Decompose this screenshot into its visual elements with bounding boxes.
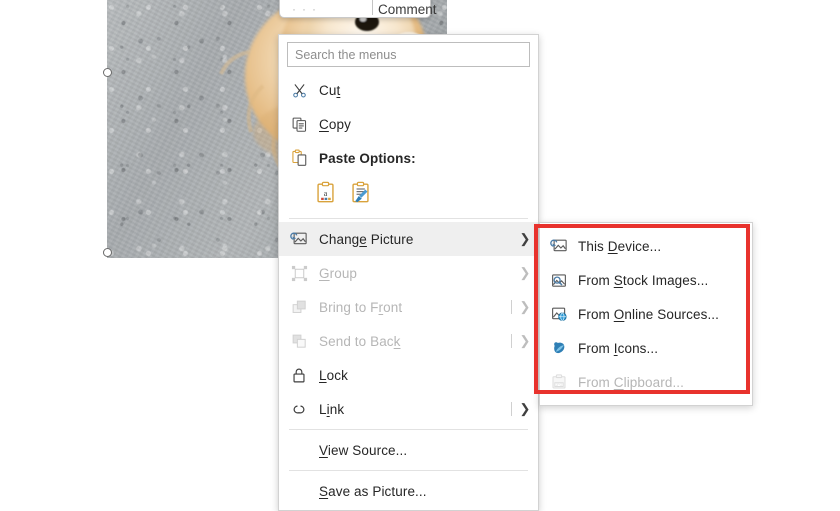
chevron-right-icon: ❯ — [519, 231, 531, 246]
search-the-menus-row[interactable] — [279, 35, 538, 73]
from-icons-icon — [540, 339, 578, 357]
send-to-back-icon — [279, 333, 319, 350]
menu-item-copy-label: Copy — [319, 116, 351, 132]
paste-formatting-icon[interactable] — [350, 181, 371, 209]
menu-item-save-as-picture[interactable]: Save as Picture... — [279, 474, 538, 508]
comment-toolbar-divider — [372, 0, 373, 15]
lock-icon — [279, 367, 319, 384]
menu-item-link[interactable]: Link ❯ — [279, 392, 538, 426]
svg-text:JPG: JPG — [556, 383, 563, 387]
stock-images-icon — [540, 272, 578, 289]
menu-item-splitter — [511, 402, 512, 416]
menu-item-link-label: Link — [319, 401, 345, 417]
change-picture-icon — [279, 231, 319, 248]
submenu-item-from-online-sources[interactable]: From Online Sources... — [540, 297, 752, 331]
menu-item-send-to-back[interactable]: Send to Back ❯ — [279, 324, 538, 358]
from-clipboard-icon: JPG — [540, 373, 578, 391]
submenu-item-from-icons[interactable]: From Icons... — [540, 331, 752, 365]
menu-divider-3 — [289, 470, 528, 471]
menu-item-bring-to-front[interactable]: Bring to Front ❯ — [279, 290, 538, 324]
context-menu[interactable]: Cut Copy Paste — [278, 34, 539, 511]
menu-item-group-label: Group — [319, 265, 358, 281]
menu-item-view-source-label: View Source... — [319, 442, 408, 458]
online-sources-icon — [540, 306, 578, 323]
menu-item-paste-options-label: Paste Options: — [319, 150, 416, 166]
menu-divider-1 — [289, 218, 528, 219]
menu-item-lock-label: Lock — [319, 367, 348, 383]
menu-item-group[interactable]: Group ❯ — [279, 256, 538, 290]
this-device-icon — [540, 238, 578, 255]
menu-item-lock[interactable]: Lock — [279, 358, 538, 392]
menu-item-splitter — [511, 300, 512, 314]
menu-item-paste-options: Paste Options: — [279, 141, 538, 175]
slide-canvas: ··· Comment Cut — [0, 0, 840, 511]
submenu-item-from-icons-label: From Icons... — [578, 340, 659, 356]
link-icon — [279, 401, 319, 418]
menu-item-view-source[interactable]: View Source... — [279, 433, 538, 467]
svg-text:a: a — [324, 189, 328, 198]
submenu-item-from-online-sources-label: From Online Sources... — [578, 306, 720, 322]
menu-divider-2 — [289, 429, 528, 430]
menu-item-splitter — [511, 334, 512, 348]
chevron-right-icon: ❯ — [519, 401, 531, 416]
menu-item-bring-to-front-label: Bring to Front — [319, 299, 403, 315]
chevron-right-icon: ❯ — [519, 265, 531, 280]
copy-icon — [279, 116, 319, 133]
bring-to-front-icon — [279, 299, 319, 316]
submenu-item-from-stock-images[interactable]: From Stock Images... — [540, 263, 752, 297]
selection-handle-left-bottom[interactable] — [102, 247, 112, 257]
comment-toolbar[interactable]: ··· Comment — [279, 0, 437, 18]
search-input[interactable] — [287, 42, 530, 67]
scissors-icon — [279, 82, 319, 99]
menu-item-save-as-picture-label: Save as Picture... — [319, 483, 427, 499]
submenu-item-this-device-label: This Device... — [578, 238, 662, 254]
paste-options-row[interactable]: a — [279, 175, 538, 215]
chevron-right-icon: ❯ — [519, 333, 531, 348]
group-icon — [279, 265, 319, 282]
clipboard-icon — [279, 149, 319, 167]
menu-item-change-picture-label: Change Picture — [319, 231, 414, 247]
menu-item-change-picture[interactable]: Change Picture ❯ — [279, 222, 538, 256]
submenu-item-from-clipboard[interactable]: JPG From Clipboard... — [540, 365, 752, 399]
menu-item-cut-label: Cut — [319, 82, 341, 98]
chevron-right-icon: ❯ — [519, 299, 531, 314]
menu-item-cut[interactable]: Cut — [279, 73, 538, 107]
comment-toolbar-ghost-icons: ··· — [292, 2, 322, 16]
submenu-item-this-device[interactable]: This Device... — [540, 229, 752, 263]
comment-button-label[interactable]: Comment — [378, 2, 437, 18]
selection-handle-left-top[interactable] — [102, 67, 112, 77]
paste-keep-text-only-icon[interactable]: a — [315, 181, 336, 209]
change-picture-submenu[interactable]: This Device... From Stock Images... From… — [539, 222, 753, 406]
menu-item-send-to-back-label: Send to Back — [319, 333, 401, 349]
submenu-item-from-clipboard-label: From Clipboard... — [578, 374, 684, 390]
submenu-item-from-stock-images-label: From Stock Images... — [578, 272, 709, 288]
menu-item-copy[interactable]: Copy — [279, 107, 538, 141]
